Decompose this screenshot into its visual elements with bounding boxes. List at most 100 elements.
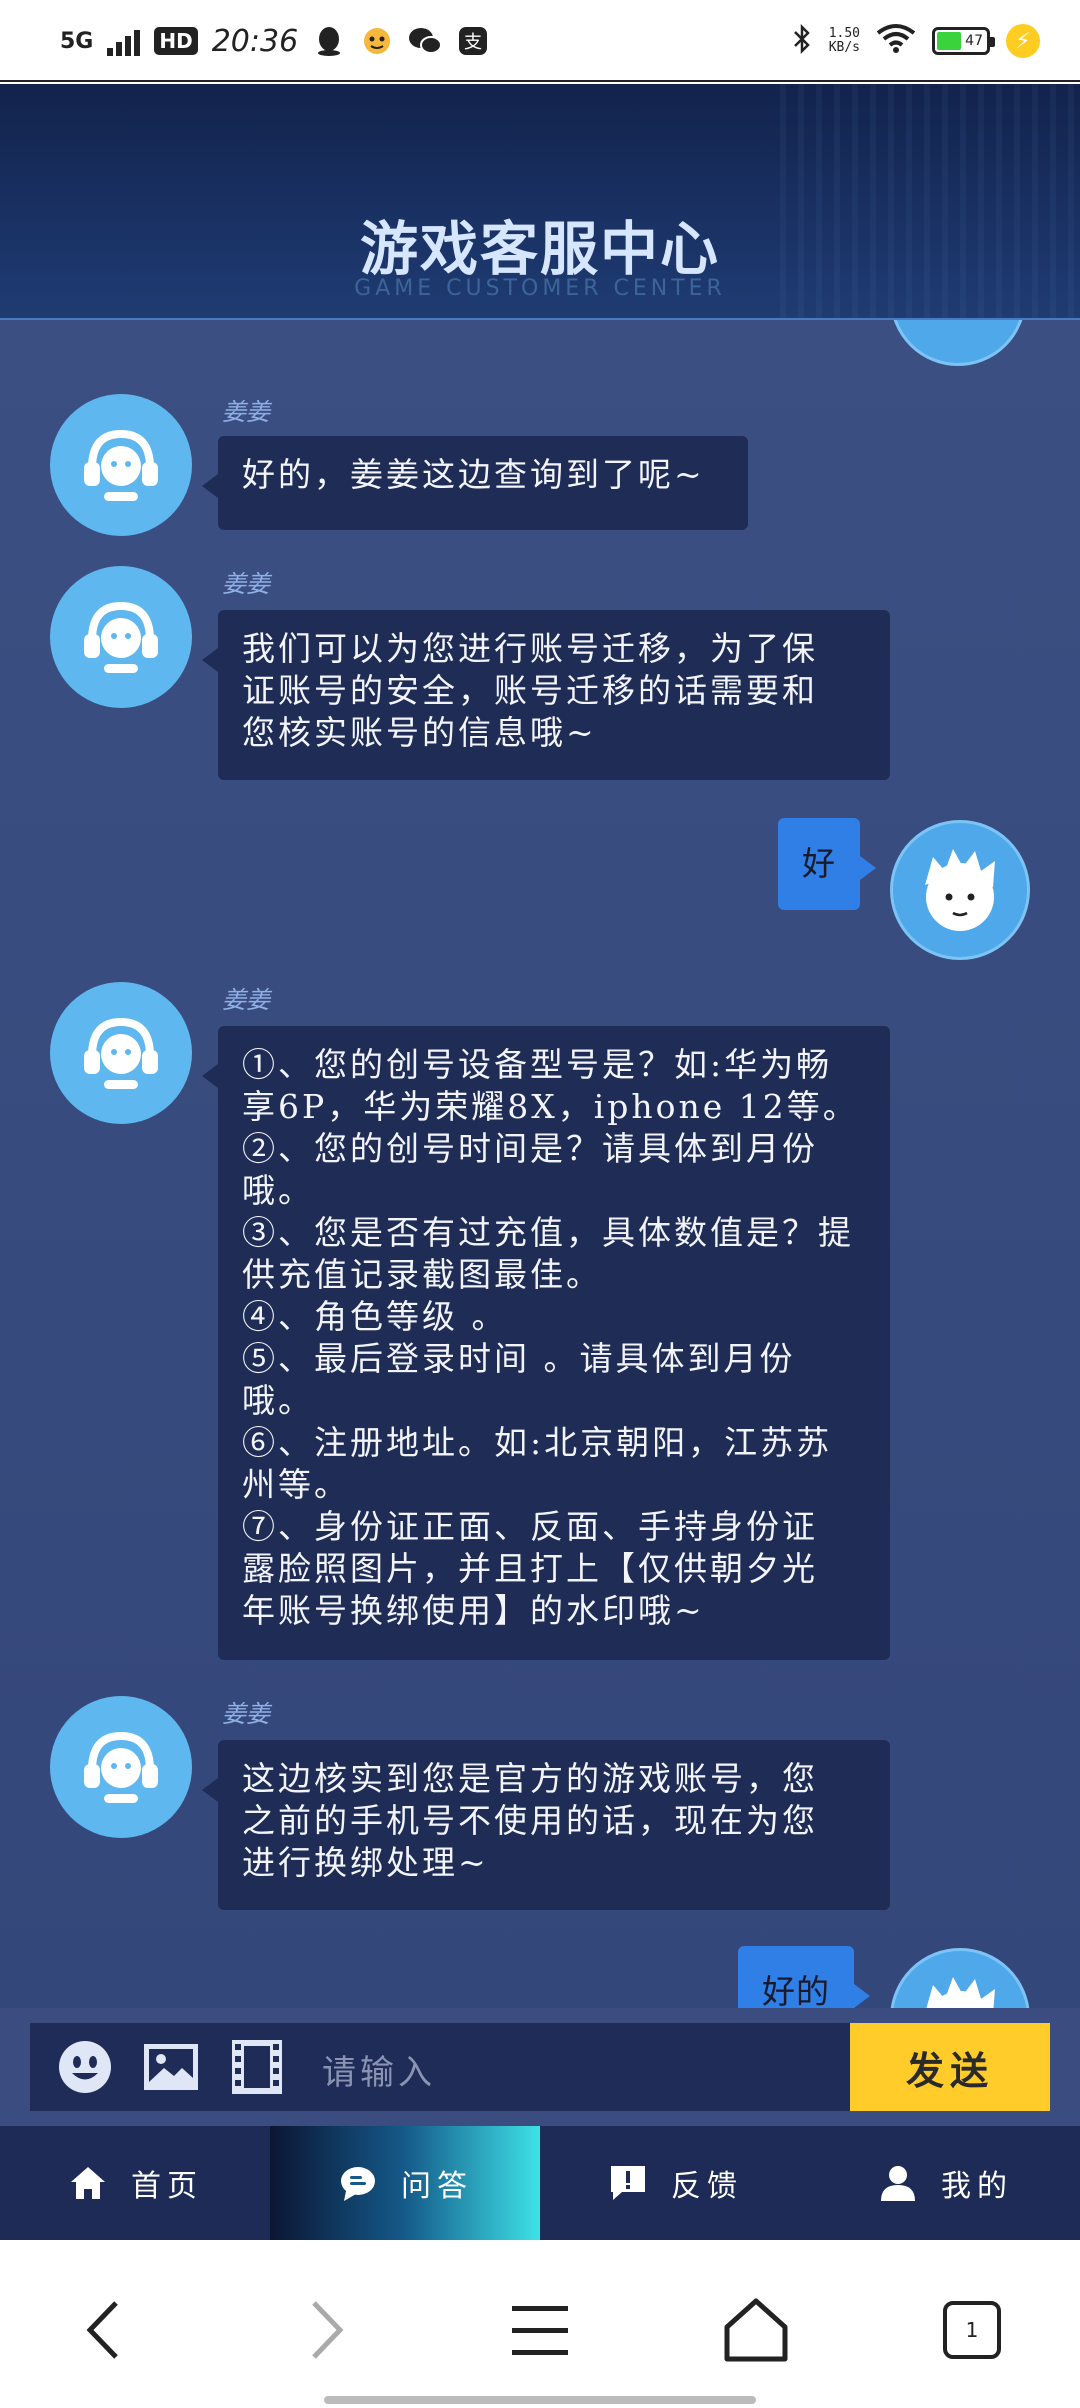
input-bar: 请输入 发送	[0, 2008, 1080, 2126]
nav-label: 我的	[941, 2169, 1013, 2204]
wechat-icon	[408, 24, 443, 58]
nav-item-qa[interactable]: 问答	[270, 2126, 540, 2240]
charging-icon: ⚡	[1006, 24, 1040, 58]
home-icon	[67, 2162, 109, 2204]
chat-list[interactable]: 姜姜 好的，姜姜这边查询到了呢~ 姜姜 我们可以为您进行账号迁移，为了保 证账号…	[0, 320, 1080, 2008]
network-type: 5G	[60, 28, 94, 54]
feedback-icon	[607, 2162, 649, 2204]
message-line: 您核实账号的信息哦~	[242, 713, 597, 752]
agent-avatar	[50, 982, 192, 1124]
bottom-nav: 首页 问答 反馈 我的	[0, 2126, 1080, 2240]
page-title: 游戏客服中心	[359, 215, 720, 283]
message-line: ⑤、最后登录时间 。请具体到月份	[242, 1339, 796, 1378]
message-line: 我们可以为您进行账号迁移，为了保	[242, 629, 818, 668]
nav-label: 首页	[131, 2169, 203, 2204]
message-text: 好的，姜姜这边查询到了呢~	[242, 455, 705, 494]
chevron-left-icon	[86, 2301, 118, 2359]
user-avatar	[890, 820, 1030, 960]
agent-avatar	[50, 1696, 192, 1838]
sender-name: 姜姜	[222, 986, 270, 1014]
message-line: 进行换绑处理~	[242, 1843, 489, 1882]
status-right: 1.50 KB/s 47 ⚡	[791, 18, 1040, 64]
headset-icon	[84, 1017, 158, 1089]
message-line: 州等。	[242, 1465, 350, 1504]
headset-icon	[84, 1731, 158, 1803]
nav-item-feedback[interactable]: 反馈	[540, 2126, 810, 2240]
headset-icon	[84, 601, 158, 673]
user-icon	[877, 2162, 919, 2204]
battery-level: 47	[965, 33, 983, 49]
battery-indicator: 47	[932, 27, 995, 55]
message-bubble: 这边核实到您是官方的游戏账号，您 之前的手机号不使用的话，现在为您 进行换绑处理…	[202, 1740, 890, 1910]
message-line: ②、您的创号时间是？请具体到月份	[242, 1129, 818, 1168]
message-line: ①、您的创号设备型号是？如:华为畅	[242, 1045, 833, 1084]
qq-icon	[312, 24, 346, 58]
chevron-right-icon	[312, 2301, 344, 2359]
user-avatar	[890, 1948, 1030, 2008]
network-speed-unit: KB/s	[828, 40, 860, 55]
network-speed: 1.50 KB/s	[829, 27, 860, 55]
hd-badge: HD	[154, 27, 198, 55]
wifi-icon	[876, 23, 916, 59]
forward-button[interactable]	[284, 2290, 364, 2370]
user-avatar	[890, 320, 1026, 366]
sender-name: 姜姜	[222, 570, 270, 598]
menu-icon	[512, 2306, 568, 2355]
tabs-icon: 1	[943, 2301, 1001, 2359]
browser-toolbar: 1	[0, 2240, 1080, 2408]
message-input[interactable]: 请输入	[30, 2023, 850, 2111]
message-line: 供充值记录截图最佳。	[242, 1255, 602, 1294]
nav-label: 反馈	[671, 2169, 743, 2204]
sender-name: 姜姜	[222, 1700, 270, 1728]
menu-button[interactable]	[500, 2290, 580, 2370]
home-button[interactable]	[716, 2290, 796, 2370]
status-left: 5G HD 20:36 支	[60, 18, 490, 64]
message-line: 这边核实到您是官方的游戏账号，您	[242, 1759, 818, 1798]
status-bar: 5G HD 20:36 支 1.50 KB/s 47 ⚡	[0, 0, 1080, 82]
headset-icon	[84, 429, 158, 501]
send-button[interactable]: 发送	[850, 2023, 1050, 2111]
nav-item-home[interactable]: 首页	[0, 2126, 270, 2240]
message-line: ⑦、身份证正面、反面、手持身份证	[242, 1507, 818, 1546]
message-line: 年账号换绑使用】的水印哦~	[242, 1591, 705, 1630]
mascot-icon	[360, 24, 394, 58]
nav-item-mine[interactable]: 我的	[810, 2126, 1080, 2240]
sender-name: 姜姜	[222, 398, 270, 426]
video-icon[interactable]	[228, 2038, 286, 2096]
message-text: 好的	[762, 1972, 830, 2008]
svg-text:支: 支	[464, 32, 482, 53]
signal-icon	[107, 26, 141, 56]
boy-face-icon	[926, 1977, 995, 2008]
page-subtitle: GAME CUSTOMER CENTER	[354, 276, 726, 301]
app-icon: 支	[456, 24, 490, 58]
message-bubble: ①、您的创号设备型号是？如:华为畅 享6P，华为荣耀8X，iphone 12等。…	[202, 1026, 890, 1660]
network-speed-value: 1.50	[828, 26, 860, 41]
message-line: 之前的手机号不使用的话，现在为您	[242, 1801, 818, 1840]
home-outline-icon	[724, 2298, 788, 2362]
message-line: 证账号的安全，账号迁移的话需要和	[242, 671, 818, 710]
nav-label: 问答	[401, 2169, 473, 2204]
battery-fill	[937, 32, 962, 50]
back-button[interactable]	[66, 2290, 146, 2370]
input-placeholder: 请输入	[322, 2053, 436, 2093]
home-indicator[interactable]	[324, 2396, 756, 2404]
battery-cap	[990, 37, 995, 47]
message-line: ⑥、注册地址。如:北京朝阳，江苏苏	[242, 1423, 833, 1462]
message-line: 享6P，华为荣耀8X，iphone 12等。	[242, 1087, 859, 1126]
app-header: 游戏客服中心 GAME CUSTOMER CENTER	[0, 84, 1080, 320]
clock: 20:36	[211, 23, 299, 59]
message-bubble: 我们可以为您进行账号迁移，为了保 证账号的安全，账号迁移的话需要和 您核实账号的…	[202, 610, 890, 780]
chat-icon	[337, 2162, 379, 2204]
message-line: ④、角色等级 。	[242, 1297, 508, 1336]
image-icon[interactable]	[142, 2038, 200, 2096]
emoji-icon[interactable]	[56, 2038, 114, 2096]
tabs-button[interactable]: 1	[932, 2290, 1012, 2370]
message-line: 哦。	[242, 1171, 314, 1210]
agent-avatar	[50, 566, 192, 708]
message-line: 露脸照图片，并且打上【仅供朝夕光	[242, 1549, 818, 1588]
message-text: 好	[802, 844, 836, 883]
boy-face-icon	[925, 849, 995, 931]
agent-avatar	[50, 394, 192, 536]
message-line: ③、您是否有过充值，具体数值是？提	[242, 1213, 854, 1252]
tab-count: 1	[965, 2318, 979, 2342]
